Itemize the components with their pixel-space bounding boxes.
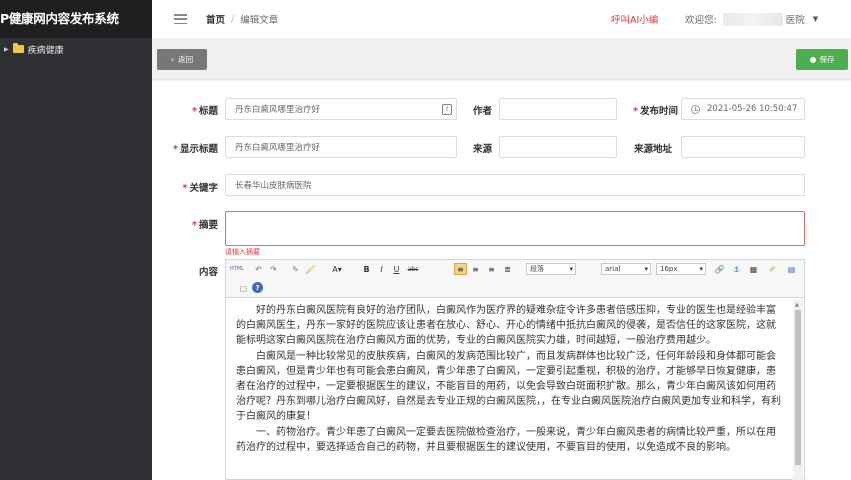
user-menu[interactable]: 欢迎您: 医院 ▼ xyxy=(685,12,818,26)
content-paragraph: 好的丹东白癜风医院有良好的治疗团队，白癜风作为医疗界的疑难杂症令许多患者倍感压抑… xyxy=(236,305,776,346)
anchor-icon[interactable]: ⚓ xyxy=(730,263,743,275)
welcome-suffix: 医院 xyxy=(785,15,805,26)
summary-label: * 摘要 xyxy=(192,220,218,231)
italic-button[interactable]: I xyxy=(375,263,388,275)
strikethrough-button[interactable]: abc xyxy=(406,263,420,275)
source-input[interactable] xyxy=(499,136,617,158)
chevron-left-icon: ‹ xyxy=(170,55,175,64)
keywords-label: * 关键字 xyxy=(182,183,218,194)
sidebar: P健康网内容发布系统 ▶ 疾病健康 xyxy=(0,0,152,480)
editor-content[interactable]: 好的丹东白癜风医院有良好的治疗团队，白癜风作为医疗界的疑难杂症令许多患者倍感压抑… xyxy=(226,299,793,480)
redo-icon[interactable]: ↷ xyxy=(267,263,280,275)
article-form: * 标题 丹东白癜风哪里治疗好 ! 作者 * 发布时间 2021-05-26 10:… xyxy=(152,81,851,480)
title-label: * 标题 xyxy=(192,106,218,117)
link-icon[interactable]: 🔗 xyxy=(713,263,726,275)
back-button[interactable]: ‹ 返回 xyxy=(157,49,207,70)
underline-button[interactable]: U xyxy=(390,263,403,275)
image-icon[interactable]: ▦ xyxy=(747,263,760,275)
summary-error: 请输入摘要 xyxy=(225,248,260,256)
scrollbar-thumb[interactable] xyxy=(795,310,801,465)
undo-icon[interactable]: ↶ xyxy=(252,263,265,275)
breadcrumb: 首页 / 编辑文章 xyxy=(206,12,279,27)
expand-arrow-icon[interactable]: ▶ xyxy=(4,46,9,53)
source-url-label: 来源地址 xyxy=(633,144,672,155)
folder-icon xyxy=(12,43,24,53)
content-paragraph: 一、药物治疗。青少年患了白癜风一定要去医院做检查治疗，一般来说，青少年白癜风患者… xyxy=(236,427,776,453)
html-source-button[interactable]: HTML xyxy=(228,263,246,275)
breadcrumb-home[interactable]: 首页 xyxy=(206,12,225,26)
bold-button[interactable]: B xyxy=(360,263,373,275)
content-paragraph: 白癜风是一种比较常见的皮肤疾病，白癜风的发病范围比较广，而且发病群体也比较广泛，… xyxy=(236,351,781,422)
welcome-label: 欢迎您: xyxy=(685,15,717,26)
ai-assistant-link[interactable]: 呼叫AI小编 xyxy=(611,12,658,26)
align-right-icon[interactable]: ≡ xyxy=(485,263,498,275)
source-url-input[interactable] xyxy=(681,136,805,158)
save-button[interactable]: 保存 xyxy=(796,49,848,70)
editor-scrollbar[interactable]: ▲ xyxy=(793,300,803,480)
top-header: 首页 / 编辑文章 呼叫AI小编 欢迎您: 医院 ▼ xyxy=(152,0,851,38)
author-label: 作者 xyxy=(472,106,492,117)
paragraph-select[interactable]: 段落 xyxy=(526,263,576,275)
menu-toggle-icon[interactable] xyxy=(174,14,187,24)
source-label: 来源 xyxy=(472,144,492,155)
font-family-select[interactable]: arial xyxy=(601,263,651,275)
caret-down-icon[interactable]: ▼ xyxy=(813,15,818,23)
info-icon[interactable]: ! xyxy=(442,104,452,115)
publish-time-input[interactable]: 2021-05-26 10:50:47 xyxy=(681,98,805,120)
breadcrumb-separator: / xyxy=(231,13,235,25)
font-color-button[interactable]: A ▾ xyxy=(328,263,346,275)
scroll-up-icon[interactable]: ▲ xyxy=(795,302,799,308)
preview-icon[interactable]: ▢ xyxy=(237,282,250,294)
clock-icon xyxy=(691,104,700,114)
breadcrumb-current: 编辑文章 xyxy=(240,15,279,26)
tree-item-disease-health[interactable]: ▶ 疾病健康 xyxy=(0,38,152,60)
display-title-label: * 显示标题 xyxy=(173,144,218,155)
save-icon xyxy=(809,56,816,63)
eraser-icon[interactable]: ✎ xyxy=(289,263,302,275)
align-justify-icon[interactable]: ≣ xyxy=(501,263,514,275)
align-left-icon[interactable]: ≡ xyxy=(454,263,467,275)
action-bar: ‹ 返回 保存 xyxy=(152,38,851,80)
save-button-label: 保存 xyxy=(819,55,835,64)
summary-textarea[interactable] xyxy=(225,211,805,246)
back-button-label: 返回 xyxy=(178,55,194,64)
author-input[interactable] xyxy=(499,98,617,120)
rich-text-editor: HTML ↶ ↷ ✎ 🖌 A▾ B I U abc ≡ ≡ ≡ ≣ 段落 ari… xyxy=(225,259,805,480)
format-brush-icon[interactable]: 🖌 xyxy=(304,263,317,275)
keywords-input[interactable]: 长春华山皮肤病医院 xyxy=(225,174,805,196)
table-icon[interactable]: ▤ xyxy=(785,263,798,275)
app-brand: P健康网内容发布系统 xyxy=(0,0,152,38)
align-center-icon[interactable]: ≡ xyxy=(469,263,482,275)
title-input[interactable]: 丹东白癜风哪里治疗好 ! xyxy=(225,98,457,120)
content-label: 内容 xyxy=(198,267,218,278)
editor-toolbar: HTML ↶ ↷ ✎ 🖌 A▾ B I U abc ≡ ≡ ≡ ≣ 段落 ari… xyxy=(226,260,804,298)
tree-item-label: 疾病健康 xyxy=(27,45,64,56)
attachment-icon[interactable]: ✐ xyxy=(766,263,779,275)
username-redacted xyxy=(722,12,783,26)
display-title-input[interactable]: 丹东白癜风哪里治疗好 xyxy=(225,136,457,158)
help-icon[interactable]: ? xyxy=(252,282,263,293)
publish-time-label: * 发布时间 xyxy=(633,106,678,117)
font-size-select[interactable]: 16px xyxy=(656,263,706,275)
